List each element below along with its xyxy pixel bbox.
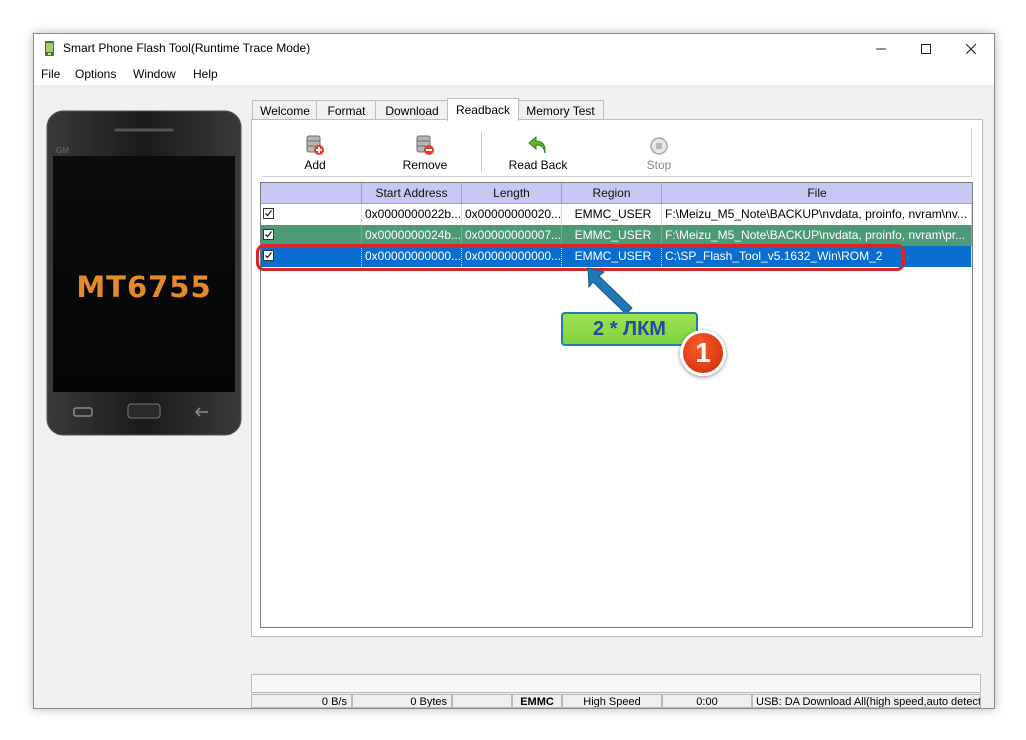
- status-bytes: 0 Bytes: [352, 694, 452, 708]
- row-checkbox-cell: [261, 204, 362, 225]
- length-cell: 0x00000000020...: [462, 204, 562, 225]
- tab-welcome[interactable]: Welcome: [252, 100, 318, 120]
- header-start-address[interactable]: Start Address: [362, 183, 462, 204]
- stop-icon: [619, 132, 699, 156]
- title-bar: Smart Phone Flash Tool(Runtime Trace Mod…: [34, 34, 994, 63]
- status-time: 0:00: [662, 694, 752, 708]
- header-file[interactable]: File: [662, 183, 972, 204]
- header-length[interactable]: Length: [462, 183, 562, 204]
- status-storage: EMMC: [512, 694, 562, 708]
- table-row[interactable]: 0x0000000024b... 0x00000000007... EMMC_U…: [261, 225, 972, 246]
- menu-window[interactable]: Window: [133, 67, 176, 81]
- read-back-arrow-icon: [498, 132, 578, 156]
- database-add-icon: [275, 132, 355, 156]
- minimize-icon[interactable]: [858, 34, 904, 63]
- table-header: Start Address Length Region File: [261, 183, 972, 204]
- tab-download[interactable]: Download: [375, 100, 449, 120]
- file-cell: F:\Meizu_M5_Note\BACKUP\nvdata, proinfo,…: [662, 225, 972, 246]
- stop-label: Stop: [646, 158, 672, 172]
- row-checkbox-cell: [261, 225, 362, 246]
- menu-help[interactable]: Help: [193, 67, 218, 81]
- status-bar: 0 B/s 0 Bytes EMMC High Speed 0:00 USB: …: [251, 674, 981, 708]
- tab-format[interactable]: Format: [316, 100, 377, 120]
- readback-panel: Add Remove Read Back Stop Start Address …: [251, 119, 983, 637]
- read-back-label: Read Back: [508, 158, 568, 172]
- phone-illustration: GM MT6755: [46, 110, 242, 436]
- remove-button[interactable]: Remove: [385, 132, 465, 176]
- file-cell: F:\Meizu_M5_Note\BACKUP\nvdata, proinfo,…: [662, 204, 972, 225]
- menu-bar: File Options Window Help: [34, 63, 994, 85]
- add-label: Add: [304, 158, 326, 172]
- table-row[interactable]: 0x0000000022b... 0x00000000020... EMMC_U…: [261, 204, 972, 225]
- step-number-badge: 1: [680, 330, 726, 376]
- phone-bezel-text: GM: [56, 146, 69, 155]
- status-empty: [452, 694, 512, 708]
- length-cell: 0x00000000007...: [462, 225, 562, 246]
- maximize-icon[interactable]: [903, 34, 949, 63]
- menu-file[interactable]: File: [41, 67, 60, 81]
- window-title: Smart Phone Flash Tool(Runtime Trace Mod…: [63, 41, 311, 55]
- region-cell: EMMC_USER: [562, 225, 662, 246]
- menu-options[interactable]: Options: [75, 67, 116, 81]
- start-address-cell: 0x0000000022b...: [362, 204, 462, 225]
- readback-toolbar: Add Remove Read Back Stop: [262, 128, 972, 177]
- pointer-arrow-icon: [587, 267, 633, 315]
- header-region[interactable]: Region: [562, 183, 662, 204]
- stop-button[interactable]: Stop: [619, 132, 699, 176]
- row-checkbox[interactable]: [263, 229, 274, 240]
- database-remove-icon: [385, 132, 465, 156]
- row-checkbox[interactable]: [263, 208, 274, 219]
- main-window: Smart Phone Flash Tool(Runtime Trace Mod…: [33, 33, 995, 709]
- close-icon[interactable]: [948, 34, 994, 63]
- flash-tool-app-icon: [44, 41, 55, 56]
- region-cell: EMMC_USER: [562, 204, 662, 225]
- status-mode: High Speed: [562, 694, 662, 708]
- chip-label: MT6755: [76, 270, 212, 304]
- status-speed: 0 B/s: [251, 694, 352, 708]
- read-back-button[interactable]: Read Back: [498, 132, 578, 176]
- tab-memory-test[interactable]: Memory Test: [517, 100, 604, 120]
- start-address-cell: 0x0000000024b...: [362, 225, 462, 246]
- double-click-hint: 2 * ЛКМ: [561, 312, 698, 346]
- add-button[interactable]: Add: [275, 132, 355, 176]
- tab-readback[interactable]: Readback: [447, 98, 519, 121]
- header-checkbox-col: [261, 183, 362, 204]
- toolbar-separator: [481, 132, 482, 172]
- status-usb: USB: DA Download All(high speed,auto det…: [752, 694, 981, 708]
- progress-bar: [251, 674, 981, 693]
- remove-label: Remove: [402, 158, 448, 172]
